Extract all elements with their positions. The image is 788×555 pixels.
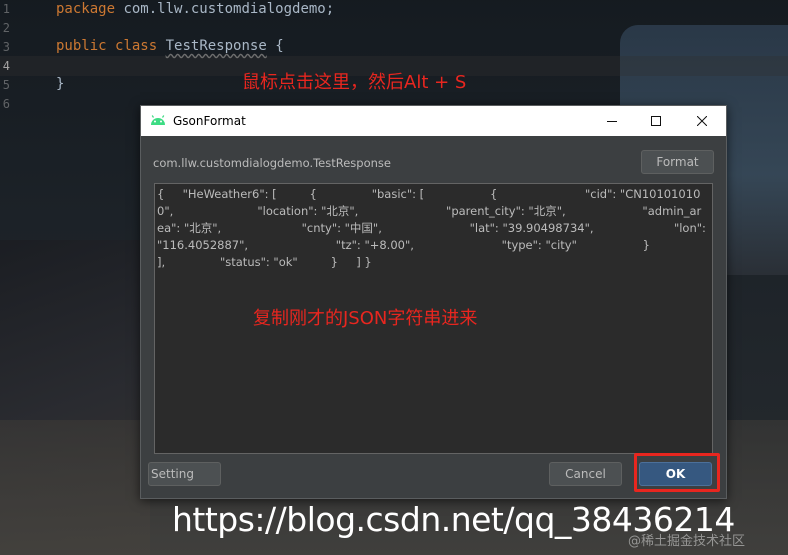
line-number: 2 bbox=[2, 21, 10, 35]
paste-hint-annotation: 复制刚才的JSON字符串进来 bbox=[253, 308, 478, 329]
dialog-title: GsonFormat bbox=[173, 114, 246, 128]
android-icon bbox=[151, 115, 165, 125]
line-number: 4 bbox=[2, 59, 10, 73]
line-number: 1 bbox=[2, 2, 10, 16]
code-line-class-declaration[interactable]: public class TestResponse { bbox=[56, 38, 284, 54]
class-name: TestResponse bbox=[165, 38, 267, 54]
package-name: com.llw.customdialogdemo; bbox=[115, 1, 335, 17]
line-number-gutter: 1 2 3 4 5 6 bbox=[0, 0, 24, 120]
close-brace: } bbox=[56, 76, 65, 92]
open-brace: { bbox=[266, 38, 284, 54]
keyword-package: package bbox=[56, 1, 116, 17]
maximize-icon bbox=[651, 116, 661, 126]
cancel-button[interactable]: Cancel bbox=[549, 462, 622, 486]
minimize-icon bbox=[607, 121, 617, 122]
close-icon bbox=[697, 116, 707, 126]
minimize-button[interactable] bbox=[589, 106, 635, 136]
line-number: 5 bbox=[2, 78, 10, 92]
community-watermark: @稀土掘金技术社区 bbox=[628, 534, 746, 549]
setting-button[interactable]: Setting bbox=[148, 462, 221, 486]
ok-button[interactable]: OK bbox=[639, 462, 712, 486]
json-input-text: { "HeWeather6": [ { "basic": [ { "cid": … bbox=[157, 187, 710, 269]
keyword-public: public bbox=[56, 38, 107, 54]
line-number: 3 bbox=[2, 40, 10, 54]
keyword-class: class bbox=[115, 38, 158, 54]
format-button[interactable]: Format bbox=[641, 150, 714, 174]
line-number: 6 bbox=[2, 97, 10, 111]
close-button[interactable] bbox=[679, 106, 725, 136]
click-hint-annotation: 鼠标点击这里，然后Alt + S bbox=[242, 72, 467, 93]
maximize-button[interactable] bbox=[633, 106, 679, 136]
target-class-path: com.llw.customdialogdemo.TestResponse bbox=[153, 156, 391, 170]
code-line-package[interactable]: package com.llw.customdialogdemo; bbox=[56, 1, 334, 17]
json-input[interactable]: { "HeWeather6": [ { "basic": [ { "cid": … bbox=[154, 183, 713, 454]
gsonformat-dialog: GsonFormat com.llw.customdialogdemo.Test… bbox=[140, 105, 727, 499]
code-line-close-brace[interactable]: } bbox=[56, 76, 64, 92]
dialog-titlebar[interactable]: GsonFormat bbox=[141, 106, 726, 136]
